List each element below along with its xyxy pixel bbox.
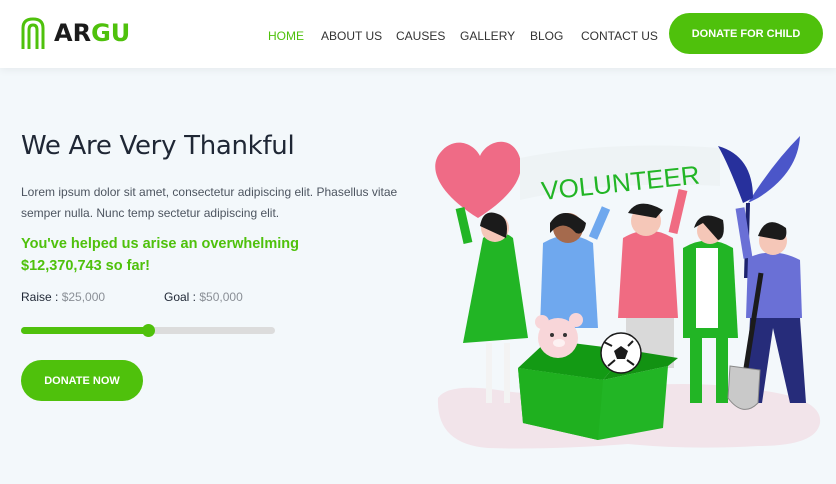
logo-text: ARGU bbox=[54, 19, 130, 47]
hero-title: We Are Very Thankful bbox=[21, 131, 295, 161]
nav-contact-us[interactable]: CONTACT US bbox=[581, 29, 658, 43]
heart-icon bbox=[435, 141, 522, 218]
logo-mark-icon bbox=[21, 17, 45, 49]
hero-description: Lorem ipsum dolor sit amet, consectetur … bbox=[21, 185, 398, 220]
soccer-ball-icon bbox=[600, 332, 642, 374]
person-green-dress bbox=[455, 206, 528, 403]
goal-stat: Goal : $50,000 bbox=[164, 290, 243, 304]
goal-label: Goal : bbox=[164, 290, 197, 304]
nav-about-us[interactable]: ABOUT US bbox=[321, 29, 382, 43]
logo-text-part1: AR bbox=[54, 19, 92, 47]
volunteer-illustration: VOLUNTEER bbox=[435, 136, 821, 449]
donation-progress-bar bbox=[21, 324, 275, 337]
donate-for-child-button[interactable]: DONATE FOR CHILD bbox=[669, 13, 823, 54]
raise-label: Raise : bbox=[21, 290, 59, 304]
logo-text-part2: GU bbox=[91, 19, 131, 47]
site-header: ARGU HOME ABOUT US CAUSES GALLERY BLOG C… bbox=[0, 0, 836, 68]
progress-knob bbox=[142, 324, 155, 337]
logo[interactable]: ARGU bbox=[20, 16, 130, 50]
goal-value: $50,000 bbox=[199, 290, 243, 304]
nav-gallery[interactable]: GALLERY bbox=[460, 29, 515, 43]
donation-box-icon bbox=[518, 340, 678, 440]
nav-causes[interactable]: CAUSES bbox=[396, 29, 445, 43]
progress-fill bbox=[21, 327, 148, 334]
raise-value: $25,000 bbox=[61, 290, 106, 304]
raise-stat: Raise : $25,000 bbox=[21, 290, 105, 304]
donate-now-button[interactable]: DONATE NOW bbox=[21, 360, 143, 401]
hero-highlight: You've helped us arise an overwhelming $… bbox=[21, 236, 299, 274]
person-blue-shirt bbox=[540, 206, 611, 328]
nav-blog[interactable]: BLOG bbox=[530, 29, 563, 43]
nav-home[interactable]: HOME bbox=[268, 29, 304, 43]
